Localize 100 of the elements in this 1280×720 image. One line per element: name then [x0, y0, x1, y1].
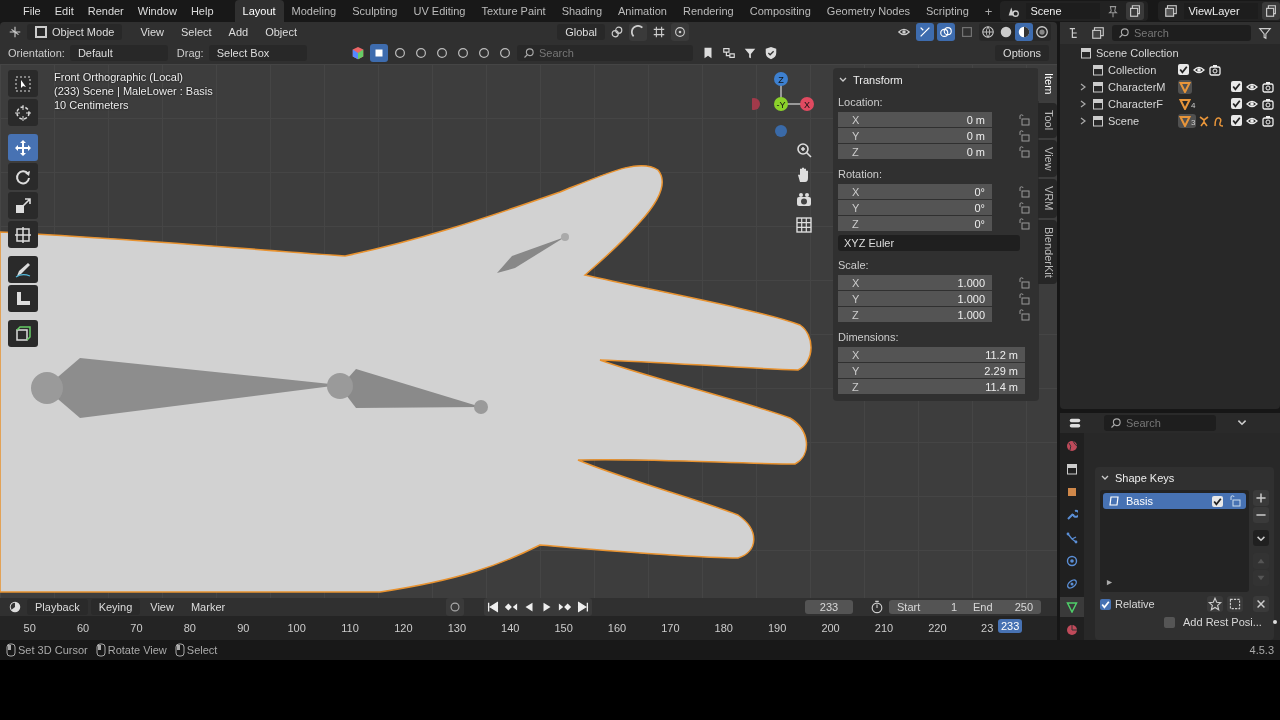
workspace-tab[interactable]: Sculpting: [344, 0, 406, 22]
close-icon[interactable]: [1253, 596, 1269, 612]
expand-triangle-icon[interactable]: [1106, 579, 1113, 586]
dropdown-caret-icon[interactable]: [1253, 530, 1269, 546]
checkbox[interactable]: [1231, 81, 1242, 92]
options-dropdown[interactable]: Options: [995, 45, 1049, 61]
workspace-tab[interactable]: Shading: [553, 0, 611, 22]
unlocked-lock-icon[interactable]: [1018, 292, 1030, 305]
number-field[interactable]: Z 11.4 m: [838, 379, 1025, 394]
unlocked-lock-icon[interactable]: [1018, 185, 1030, 198]
end-frame-field[interactable]: End 250: [965, 600, 1041, 614]
checkbox-label[interactable]: Add Rest Posi...: [1183, 616, 1262, 628]
camera-icon[interactable]: [1209, 63, 1221, 76]
number-field[interactable]: X 1.000: [838, 275, 992, 290]
sidebar-tab[interactable]: BlenderKit: [1038, 219, 1057, 285]
select-mode-icon[interactable]: [370, 44, 388, 62]
menu-item[interactable]: Playback: [27, 599, 88, 615]
copy-icon[interactable]: [1262, 2, 1280, 20]
unlocked-lock-icon[interactable]: [1018, 129, 1030, 142]
camera-icon[interactable]: [1262, 114, 1274, 127]
rotation-mode-dropdown[interactable]: XYZ Euler: [838, 235, 1020, 251]
menu-item[interactable]: View: [133, 26, 172, 38]
mode-dropdown[interactable]: Object Mode: [27, 24, 123, 40]
tool-button[interactable]: [8, 221, 38, 248]
unlocked-lock-icon[interactable]: [1229, 495, 1241, 507]
number-field[interactable]: Z 0°: [838, 216, 992, 231]
tool-button[interactable]: [8, 285, 38, 312]
number-field[interactable]: Y 1.000: [838, 291, 992, 306]
menu-item[interactable]: Help: [183, 5, 221, 17]
current-frame-field[interactable]: 233: [805, 600, 853, 614]
unlocked-lock-icon[interactable]: [1018, 276, 1030, 289]
playhead[interactable]: 233: [998, 619, 1023, 633]
copy-icon[interactable]: [1126, 2, 1145, 20]
snap-icon[interactable]: [629, 23, 647, 41]
start-frame-field[interactable]: Start 1: [889, 600, 965, 614]
number-field[interactable]: Y 2.29 m: [838, 363, 1025, 378]
panel-title[interactable]: Shape Keys: [1115, 472, 1175, 484]
checkbox[interactable]: [1212, 495, 1223, 507]
orientation-dropdown[interactable]: Default: [69, 45, 168, 61]
tree-item[interactable]: Scene: [1108, 114, 1174, 127]
workspace-tab[interactable]: Modeling: [283, 0, 345, 22]
add-workspace-button[interactable]: +: [976, 0, 1001, 22]
search-field[interactable]: Search: [1112, 25, 1251, 41]
workspace-tab[interactable]: Animation: [610, 0, 675, 22]
number-field[interactable]: Y 0 m: [838, 128, 992, 143]
view-layer-field[interactable]: ViewLayer: [1184, 3, 1259, 19]
sidebar-tab[interactable]: VRM: [1038, 179, 1057, 218]
tool-button[interactable]: [8, 70, 38, 97]
tree-item[interactable]: CharacterM: [1108, 80, 1174, 93]
object-badge[interactable]: [1178, 79, 1192, 94]
menu-item[interactable]: Window: [130, 5, 184, 17]
transform-orientation-dropdown[interactable]: Global: [557, 24, 605, 40]
record-icon[interactable]: [445, 598, 464, 616]
tool-button[interactable]: [8, 256, 38, 283]
tree-item[interactable]: Scene Collection: [1096, 46, 1179, 59]
number-field[interactable]: Z 1.000: [838, 307, 992, 322]
object-badge[interactable]: 4: [1178, 96, 1197, 111]
tool-button[interactable]: [8, 163, 38, 190]
tool-button[interactable]: [8, 134, 38, 161]
zoom-icon[interactable]: [795, 141, 813, 159]
number-field[interactable]: X 0°: [838, 184, 992, 199]
camera-icon[interactable]: [795, 191, 813, 209]
gizmo-toggle-icon[interactable]: [916, 23, 934, 41]
sidebar-tab[interactable]: View: [1038, 139, 1057, 178]
camera-icon[interactable]: [1262, 97, 1274, 110]
tree-item[interactable]: CharacterF: [1108, 97, 1174, 110]
menu-item[interactable]: File: [16, 5, 48, 17]
drag-dropdown[interactable]: Select Box: [208, 45, 307, 61]
unlocked-lock-icon[interactable]: [1018, 217, 1030, 230]
menu-item[interactable]: Object: [258, 26, 304, 38]
menu-item[interactable]: Keying: [90, 599, 141, 615]
checkbox[interactable]: [1164, 616, 1175, 628]
properties-tab[interactable]: [1060, 597, 1084, 617]
workspace-tab[interactable]: Texture Paint: [473, 0, 554, 22]
bounding-box-icon[interactable]: [1227, 596, 1243, 612]
tool-button[interactable]: [8, 99, 38, 126]
menu-item[interactable]: Add: [221, 26, 256, 38]
checkbox-label[interactable]: Relative: [1115, 598, 1155, 610]
tool-button[interactable]: [8, 320, 38, 347]
unlocked-lock-icon[interactable]: [1018, 113, 1030, 126]
image-stack-icon[interactable]: [1089, 24, 1107, 42]
workspace-tab[interactable]: Scripting: [918, 0, 977, 22]
checkbox[interactable]: [1231, 98, 1242, 109]
menu-item[interactable]: Select: [174, 26, 219, 38]
menu-item[interactable]: Edit: [47, 5, 81, 17]
number-field[interactable]: X 0 m: [838, 112, 992, 127]
proportional-edit-icon[interactable]: [671, 23, 689, 41]
unlocked-lock-icon[interactable]: [1018, 145, 1030, 158]
checkbox[interactable]: [1231, 115, 1242, 126]
workspace-tab[interactable]: Layout: [234, 0, 284, 22]
tree-item[interactable]: Collection: [1108, 63, 1174, 76]
number-field[interactable]: X 11.2 m: [838, 347, 1025, 362]
menu-item[interactable]: Render: [80, 5, 131, 17]
workspace-tab[interactable]: Rendering: [674, 0, 742, 22]
workspace-tab[interactable]: Compositing: [741, 0, 819, 22]
navigation-gizmo[interactable]: Z -Y X: [752, 71, 816, 141]
grid-icon[interactable]: [795, 216, 813, 234]
workspace-tab[interactable]: Geometry Nodes: [818, 0, 918, 22]
sidebar-tab[interactable]: Tool: [1038, 103, 1057, 138]
scene-field[interactable]: Scene: [1026, 3, 1101, 19]
